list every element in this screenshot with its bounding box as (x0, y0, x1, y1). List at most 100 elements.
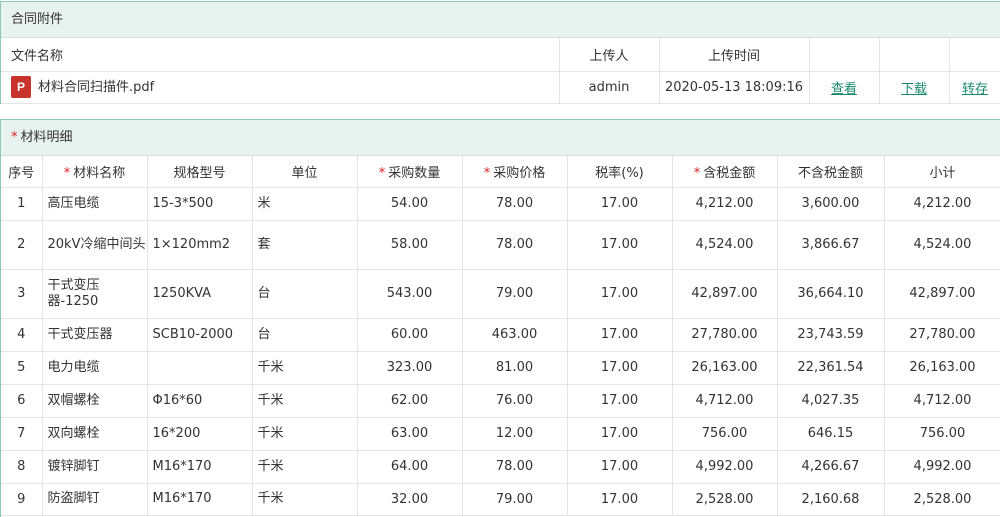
table-cell: 16*200 (146, 416, 253, 451)
attachment-file-name: 材料合同扫描件.pdf (38, 79, 155, 95)
table-cell: 12.00 (461, 416, 568, 451)
table-cell: 79.00 (461, 268, 568, 319)
table-row: 8 镀锌脚钉 M16*170 千米 64.00 78.00 17.00 4,992.00 4,2… (1, 449, 1000, 484)
table-cell: 4,027.35 (776, 383, 885, 418)
table-row: 1 高压电缆 15-3*500 米 54.00 78.00 17.00 4,212.00 3,6… (1, 186, 1000, 221)
table-cell: 58.00 (356, 219, 463, 270)
table-cell: 81.00 (461, 350, 568, 385)
pdf-file-icon: P (11, 76, 31, 99)
table-cell: 防盗脚钉 (41, 482, 148, 516)
attachment-row: P 材料合同扫描件.pdf admin 2020-05-13 18:09:16 查… (1, 70, 1000, 104)
column-header-6: 税率(%) (566, 156, 673, 188)
table-cell: 17.00 (566, 449, 673, 484)
column-header-label: 税率(%) (595, 165, 644, 181)
table-cell: M16*170 (146, 482, 253, 516)
column-header-7: * 含税金额 (671, 156, 778, 188)
table-row: 5 电力电缆 千米 323.00 81.00 17.00 26,163.00 22,361.5… (1, 350, 1000, 385)
column-header-label: 单位 (291, 165, 318, 181)
table-cell: 千米 (251, 449, 358, 484)
table-cell: M16*170 (146, 449, 253, 484)
column-header-label: 规格型号 (173, 165, 226, 181)
table-cell: 463.00 (461, 317, 568, 352)
attachment-file-cell: P 材料合同扫描件.pdf (1, 70, 560, 104)
table-cell: 高压电缆 (41, 186, 148, 221)
table-cell: 756.00 (883, 416, 1000, 451)
table-cell: 78.00 (461, 219, 568, 270)
table-cell: 4,992.00 (883, 449, 1000, 484)
table-cell: 台 (251, 268, 358, 319)
table-cell: 32.00 (356, 482, 463, 516)
table-cell: 17.00 (566, 268, 673, 319)
table-cell: 17.00 (566, 482, 673, 516)
required-mark: * (63, 165, 71, 181)
column-header-4: * 采购数量 (356, 156, 463, 188)
table-cell: 4,212.00 (671, 186, 778, 221)
table-row: 3 干式变压器-1250 1250KVA 台 543.00 79.00 17.00 42,89… (1, 268, 1000, 319)
column-header-9: 小计 (883, 156, 1000, 188)
table-cell: 台 (251, 317, 358, 352)
materials-panel: * 材料明细 序号 * 材料名称 规格型号 单位 * 采购数量 * 采购价格 税率(%) * 含税金额不… (0, 119, 1000, 517)
table-cell: 54.00 (356, 186, 463, 221)
table-cell: 42,897.00 (671, 268, 778, 319)
table-cell: 千米 (251, 350, 358, 385)
table-cell: 27,780.00 (883, 317, 1000, 352)
table-cell: 5 (1, 350, 43, 385)
column-header-label: 采购数量 (388, 165, 441, 181)
required-mark: * (693, 165, 701, 181)
table-cell: 干式变压器-1250 (41, 268, 148, 319)
table-cell: 756.00 (671, 416, 778, 451)
table-cell: 套 (251, 219, 358, 270)
column-header-action-3 (948, 38, 1000, 72)
table-cell: 76.00 (461, 383, 568, 418)
table-cell: 2,528.00 (883, 482, 1000, 516)
column-header-label: 不含税金额 (797, 165, 863, 181)
materials-body: 1 高压电缆 15-3*500 米 54.00 78.00 17.00 4,212.00 3,6… (1, 186, 1000, 516)
materials-header-row: 序号 * 材料名称 规格型号 单位 * 采购数量 * 采购价格 税率(%) * 含税金额 不含税金额 小计 (1, 156, 1000, 188)
view-link[interactable]: 查看 (831, 82, 857, 97)
table-cell: 22,361.54 (776, 350, 885, 385)
table-cell: 17.00 (566, 350, 673, 385)
materials-table: 序号 * 材料名称 规格型号 单位 * 采购数量 * 采购价格 税率(%) * 含税金额 不含税金额 小计… (1, 156, 1000, 516)
table-cell: 79.00 (461, 482, 568, 516)
materials-title: 材料明细 (20, 130, 73, 145)
table-cell: 17.00 (566, 416, 673, 451)
table-cell: 电力电缆 (41, 350, 148, 385)
table-cell: 双帽螺栓 (41, 383, 148, 418)
required-mark: * (378, 165, 386, 181)
table-cell: 17.00 (566, 383, 673, 418)
table-cell: 1×120mm2 (146, 219, 253, 270)
column-header-label: 采购价格 (493, 165, 546, 181)
table-cell: 20kV冷缩中间头 (41, 219, 148, 270)
table-cell: 2 (1, 219, 43, 270)
table-row: 7 双向螺栓 16*200 千米 63.00 12.00 17.00 756.00 646.15… (1, 416, 1000, 451)
table-cell: 36,664.10 (776, 268, 885, 319)
column-header-upload-time: 上传时间 (658, 38, 810, 72)
table-cell: 4 (1, 317, 43, 352)
table-cell: 78.00 (461, 449, 568, 484)
table-cell: 干式变压器 (41, 317, 148, 352)
attachments-title: 合同附件 (1, 2, 1000, 38)
materials-title-bar: * 材料明细 (1, 120, 1000, 156)
table-cell (146, 350, 253, 385)
table-cell: 26,163.00 (671, 350, 778, 385)
table-cell: 6 (1, 383, 43, 418)
table-cell: 27,780.00 (671, 317, 778, 352)
table-cell: 4,524.00 (671, 219, 778, 270)
column-header-5: * 采购价格 (461, 156, 568, 188)
table-cell: 78.00 (461, 186, 568, 221)
column-header-2: 规格型号 (146, 156, 253, 188)
attachments-header-row: 文件名称 上传人 上传时间 (1, 38, 1000, 72)
table-row: 4 干式变压器 SCB10-2000 台 60.00 463.00 17.00 27,780.… (1, 317, 1000, 352)
column-header-0: 序号 (1, 156, 43, 188)
table-cell: 17.00 (566, 186, 673, 221)
download-link[interactable]: 下载 (901, 82, 927, 97)
table-cell: 4,266.67 (776, 449, 885, 484)
column-header-1: * 材料名称 (41, 156, 148, 188)
table-cell: 62.00 (356, 383, 463, 418)
table-cell: 4,212.00 (883, 186, 1000, 221)
table-cell: 9 (1, 482, 43, 516)
table-cell: 1 (1, 186, 43, 221)
column-header-action-1 (808, 38, 880, 72)
table-cell: 26,163.00 (883, 350, 1000, 385)
save-to-link[interactable]: 转存 (962, 82, 988, 97)
